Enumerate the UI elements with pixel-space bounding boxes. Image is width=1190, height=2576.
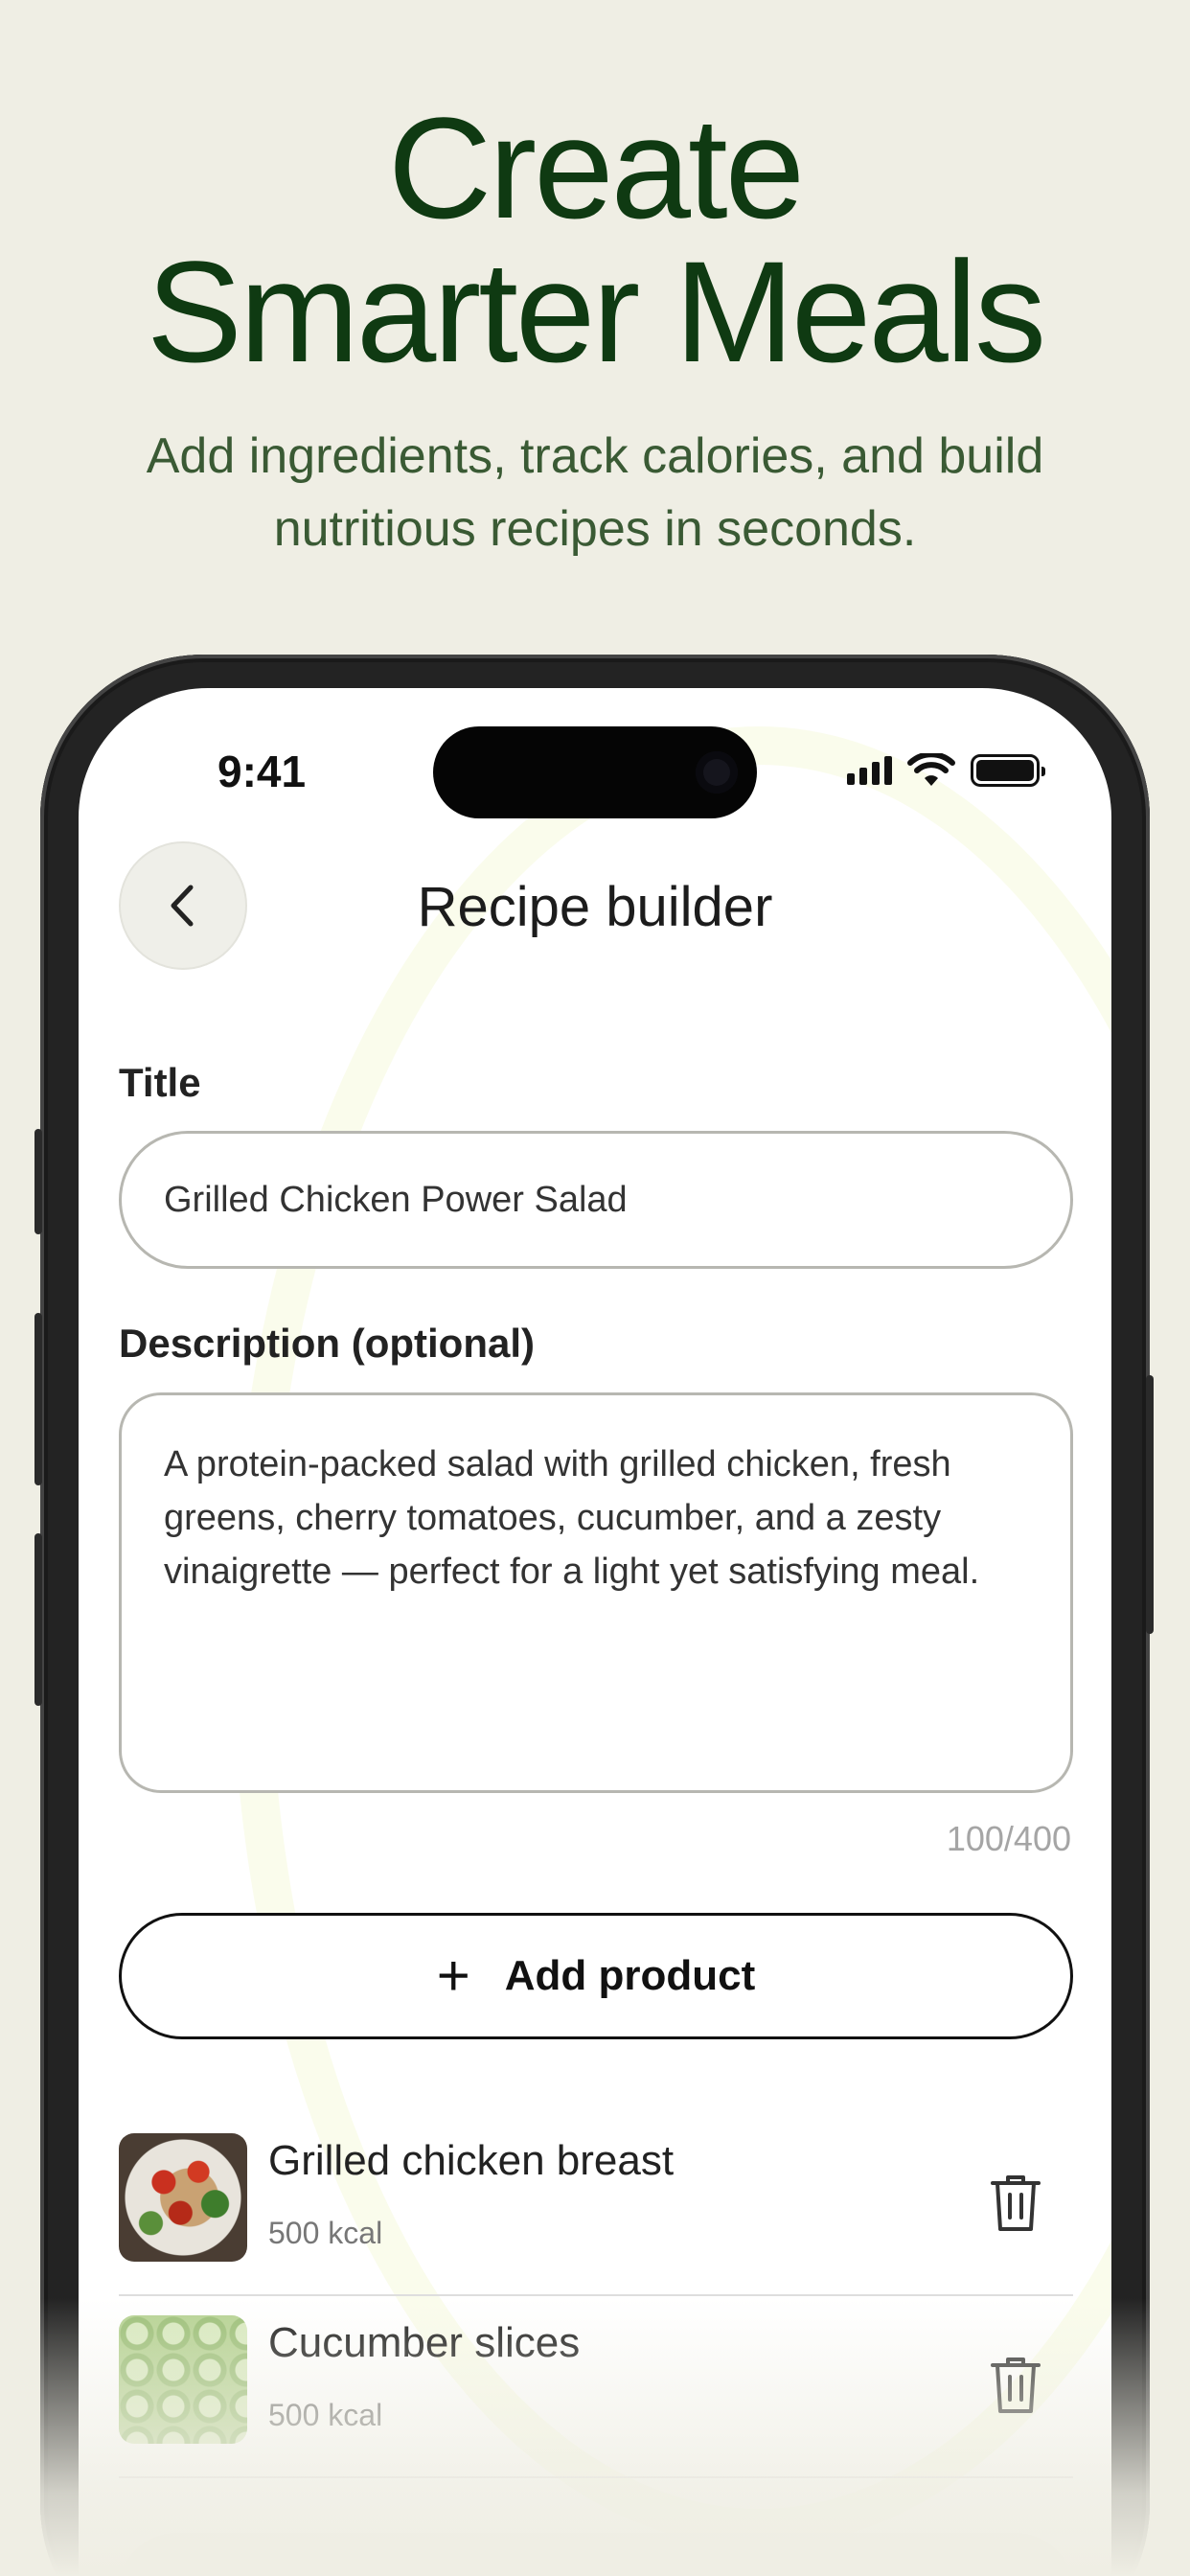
hero-subtitle: Add ingredients, track calories, and bui… <box>146 428 1044 557</box>
wifi-icon <box>907 753 955 786</box>
product-name: Cucumber slices <box>268 2319 581 2366</box>
chicken-salad-thumbnail <box>119 2133 247 2262</box>
hero-title-line-1: Create <box>387 87 805 248</box>
title-label: Title <box>119 1060 201 1105</box>
add-product-button[interactable]: + Add product <box>119 1913 1073 2039</box>
product-name: Grilled chicken breast <box>268 2137 675 2184</box>
add-product-label: Add product <box>504 1952 756 1999</box>
phone-screen: 9:41 Recipe builder Title Grilled Chicke… <box>79 688 1111 2576</box>
phone-power-button <box>1146 1375 1154 1634</box>
product-kcal: 500 kcal <box>268 2398 383 2432</box>
product-item-cucumber[interactable]: Cucumber slices 500 kcal <box>119 2298 1073 2478</box>
status-icons <box>847 753 1045 788</box>
phone-action-button <box>34 1129 42 1234</box>
trash-icon[interactable] <box>987 2354 1044 2417</box>
description-textarea[interactable]: A protein-packed salad with grilled chic… <box>119 1392 1073 1793</box>
phone-volume-up-button <box>34 1313 42 1485</box>
trash-icon[interactable] <box>987 2172 1044 2235</box>
page-title: Recipe builder <box>417 876 773 938</box>
hero-title: Create Smarter Meals <box>0 96 1190 383</box>
next-card-peek <box>119 2533 1073 2576</box>
cucumber-thumbnail <box>119 2315 247 2444</box>
camera-icon <box>696 751 738 794</box>
battery-icon <box>971 754 1045 787</box>
product-item-grilled-chicken[interactable]: Grilled chicken breast 500 kcal <box>119 2116 1073 2296</box>
title-input[interactable]: Grilled Chicken Power Salad <box>119 1131 1073 1269</box>
product-kcal: 500 kcal <box>268 2216 383 2250</box>
description-label: Description (optional) <box>119 1321 535 1366</box>
plus-icon: + <box>436 1944 470 2008</box>
char-counter: 100/400 <box>946 1819 1071 1858</box>
status-time: 9:41 <box>217 747 307 796</box>
signal-icon <box>847 756 892 785</box>
dynamic-island <box>433 726 757 818</box>
phone-volume-down-button <box>34 1533 42 1706</box>
hero-title-line-2: Smarter Meals <box>146 231 1046 392</box>
